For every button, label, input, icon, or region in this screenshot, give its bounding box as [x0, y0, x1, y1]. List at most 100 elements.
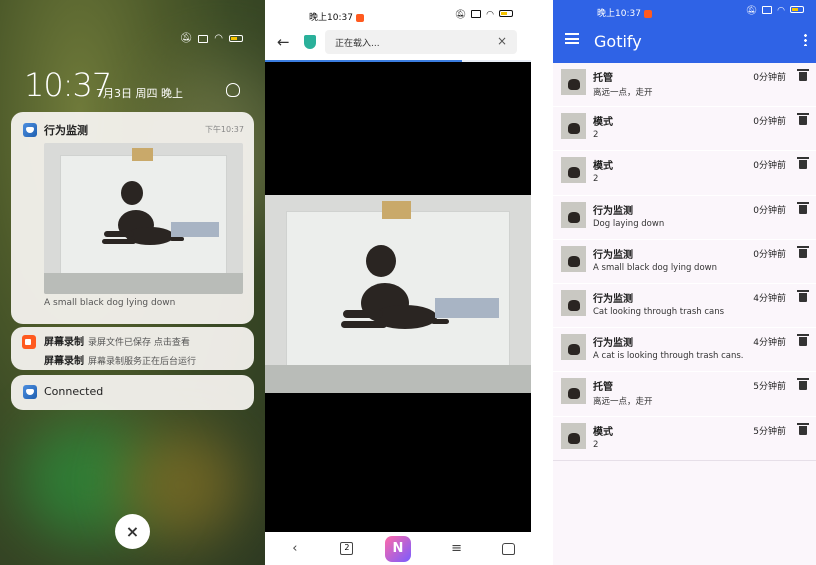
ai-assistant-button[interactable]: N: [384, 535, 411, 562]
message-thumbnail: [561, 157, 586, 184]
battery-icon: [790, 6, 804, 13]
delete-icon[interactable]: [797, 69, 809, 81]
lockscreen-panel: 🔕︎ ◠ 10:37 7月3日 周四 晚上 行为监测 下午10:37 A sma…: [0, 0, 265, 565]
recorder-row-saved[interactable]: 屏幕录制 录屏文件已保存 点击查看: [44, 333, 190, 348]
message-title: 模式: [593, 117, 613, 129]
message-title: 行为监测: [593, 338, 633, 350]
lockscreen-date: 7月3日 周四 晚上: [96, 87, 183, 100]
delete-icon[interactable]: [797, 201, 809, 214]
message-item[interactable]: 行为监测 A cat is looking through trash cans.…: [553, 328, 816, 373]
battery-icon: [229, 35, 243, 42]
gotify-panel: 晚上10:37 🔕︎ ◠ Gotify 托管 离远一点，走开 0分钟前 模式 2 0分钟前…: [553, 0, 816, 565]
notification-card-recorder[interactable]: 屏幕录制 录屏文件已保存 点击查看 屏幕录制 屏幕录制服务正在后台运行: [11, 327, 254, 370]
message-age: 0分钟前: [753, 73, 786, 83]
battery-icon: [499, 10, 513, 17]
message-title: 模式: [593, 426, 613, 438]
message-body: 2: [593, 130, 599, 141]
message-age: 0分钟前: [753, 161, 786, 172]
app-icon: [23, 123, 37, 137]
recording-icon: [643, 9, 652, 18]
recorder-text: 屏幕录制服务正在后台运行: [88, 357, 197, 367]
mute-icon: 🔕︎: [745, 6, 758, 16]
delete-icon[interactable]: [797, 289, 809, 302]
image-viewer: [265, 62, 531, 532]
delete-icon[interactable]: [797, 113, 809, 126]
screenshot-composite: 🔕︎ ◠ 10:37 7月3日 周四 晚上 行为监测 下午10:37 A sma…: [0, 0, 816, 565]
message-item[interactable]: 行为监测 Dog laying down 0分钟前: [553, 196, 816, 240]
message-age: 0分钟前: [753, 249, 786, 260]
mute-icon: 🔕︎: [179, 33, 193, 44]
notification-time: 下午10:37: [204, 125, 244, 134]
home-icon[interactable]: [502, 542, 516, 555]
message-item[interactable]: 行为监测 Cat looking through trash cans 4分钟前: [553, 284, 816, 329]
shield-icon[interactable]: [304, 35, 316, 49]
status-time: 晚上10:37: [309, 10, 364, 23]
delete-icon[interactable]: [797, 245, 809, 258]
message-body: A small black dog lying down: [593, 262, 717, 273]
recording-icon: [355, 13, 364, 22]
message-thumbnail: [561, 201, 586, 228]
notification-card-connected[interactable]: Connected: [11, 375, 254, 410]
delete-icon[interactable]: [797, 334, 809, 347]
nav-back-button[interactable]: ‹: [281, 541, 309, 556]
message-title: 托管: [593, 73, 613, 84]
message-title: 托管: [593, 382, 613, 394]
app-icon: [23, 385, 37, 399]
notification-app-name: 行为监测: [44, 124, 88, 137]
message-age: 5分钟前: [753, 382, 786, 393]
message-body: 2: [593, 174, 599, 185]
mute-icon: 🔕︎: [454, 10, 467, 20]
message-item[interactable]: 模式 2 5分钟前: [553, 417, 816, 461]
message-item[interactable]: 行为监测 A small black dog lying down 0分钟前: [553, 240, 816, 284]
browser-panel: 晚上10:37 🔕︎ ◠ ← 正在载入... × ‹ 2 N ≡: [265, 0, 531, 565]
message-list: 托管 离远一点，走开 0分钟前 模式 2 0分钟前 模式 2 0分钟前 行为监测 Dog layin…: [553, 63, 816, 461]
clear-notifications-button[interactable]: ×: [115, 514, 150, 549]
paper-label: [435, 297, 500, 318]
app-title: Gotify: [594, 32, 642, 51]
nfc-icon: [198, 34, 209, 43]
screen-recorder-icon: [22, 335, 36, 349]
dog-shape: [341, 245, 449, 329]
message-thumbnail: [561, 69, 586, 95]
message-thumbnail: [561, 422, 586, 449]
message-title: 行为监测: [593, 293, 633, 305]
recorder-title: 屏幕录制: [44, 337, 84, 348]
notification-card-behavior[interactable]: 行为监测 下午10:37 A small black dog lying dow…: [11, 112, 254, 324]
message-item[interactable]: 托管 离远一点，走开 5分钟前: [553, 372, 816, 417]
message-body: Cat looking through trash cans: [593, 306, 725, 317]
status-time: 晚上10:37: [597, 6, 652, 19]
delete-icon[interactable]: [797, 378, 809, 391]
app-bar: 晚上10:37 🔕︎ ◠ Gotify: [553, 0, 816, 63]
message-title: 行为监测: [593, 205, 633, 217]
wifi-icon: ◠: [214, 33, 223, 44]
wifi-icon: ◠: [777, 6, 785, 16]
alarm-icon[interactable]: [226, 83, 240, 97]
menu-button[interactable]: ≡: [443, 541, 471, 556]
message-title: 行为监测: [593, 249, 633, 261]
delete-icon[interactable]: [797, 422, 809, 435]
delete-icon[interactable]: [797, 157, 809, 170]
notification-image: [44, 143, 243, 294]
message-item[interactable]: 托管 离远一点，走开 0分钟前: [553, 63, 816, 108]
message-body: Dog laying down: [593, 218, 665, 229]
clear-url-icon[interactable]: ×: [497, 34, 507, 48]
browser-toolbar: ‹ 2 N ≡: [265, 532, 531, 565]
recorder-row-running[interactable]: 屏幕录制 屏幕录制服务正在后台运行: [44, 352, 196, 367]
more-options-icon[interactable]: [804, 33, 807, 46]
message-age: 0分钟前: [753, 117, 786, 128]
message-thumbnail: [561, 289, 586, 316]
url-bar[interactable]: 正在载入... ×: [325, 30, 517, 54]
recorder-title: 屏幕录制: [44, 356, 84, 367]
message-body: 2: [593, 439, 599, 450]
notification-caption: A small black dog lying down: [44, 298, 176, 308]
message-title: 模式: [593, 161, 613, 173]
tabs-button[interactable]: 2: [340, 542, 354, 555]
recorder-text: 录屏文件已保存 点击查看: [88, 338, 190, 348]
back-arrow-icon[interactable]: ←: [277, 33, 290, 51]
hamburger-menu-icon[interactable]: [565, 33, 579, 44]
paper-label: [171, 221, 220, 237]
message-item[interactable]: 模式 2 0分钟前: [553, 151, 816, 196]
dog-photo: [265, 195, 531, 393]
message-item[interactable]: 模式 2 0分钟前: [553, 107, 816, 152]
message-thumbnail: [561, 245, 586, 272]
